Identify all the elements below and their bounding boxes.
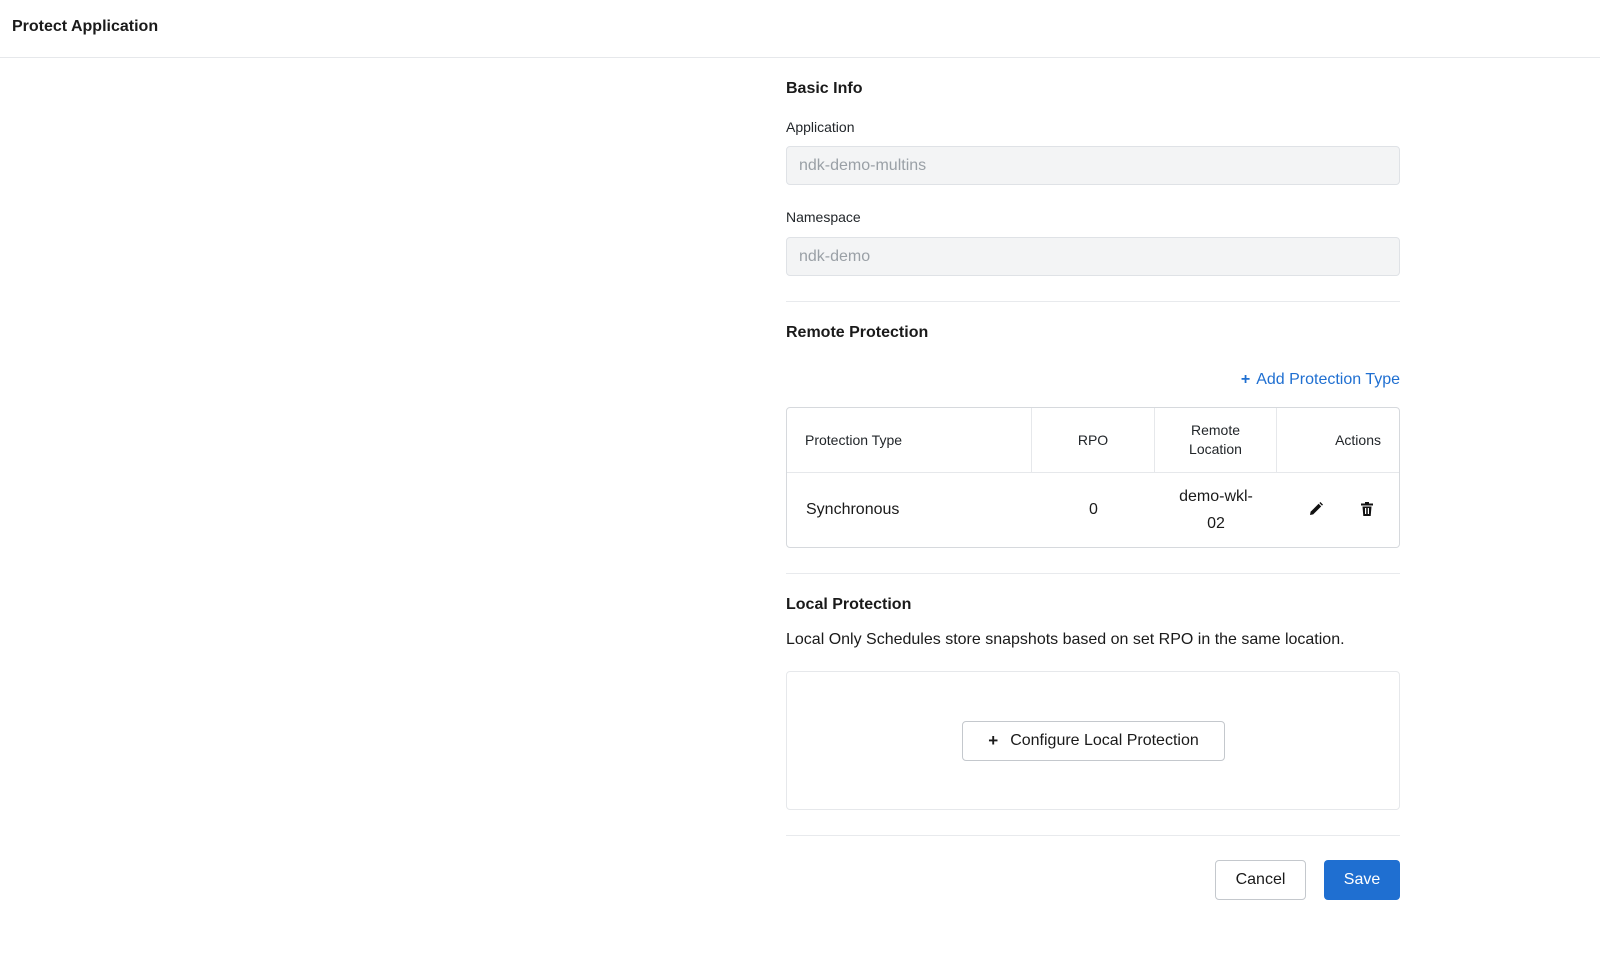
page-header: Protect Application [0,0,1600,58]
cancel-button[interactable]: Cancel [1215,860,1306,900]
column-header-protection-type: Protection Type [787,408,1032,472]
protection-table: Protection Type RPO Remote Location Acti… [786,407,1400,548]
add-protection-type-link[interactable]: + Add Protection Type [1241,371,1400,389]
edit-icon[interactable] [1306,499,1326,519]
plus-icon: + [988,731,999,750]
basic-info-title: Basic Info [786,80,863,97]
application-label: Application [786,119,855,135]
cell-protection-type: Synchronous [806,501,900,518]
configure-local-protection-label: Configure Local Protection [1010,732,1199,749]
namespace-input[interactable]: ndk-demo [786,237,1400,276]
footer-divider [786,835,1400,836]
cell-actions [1277,473,1399,547]
table-header-row: Protection Type RPO Remote Location Acti… [787,408,1399,473]
local-protection-title: Local Protection [786,596,912,613]
cell-remote-location: demo-wkl- 02 [1179,488,1253,532]
local-protection-panel: + Configure Local Protection [786,671,1400,810]
cell-rpo: 0 [1089,501,1098,518]
local-protection-description: Local Only Schedules store snapshots bas… [786,631,1345,648]
save-button[interactable]: Save [1324,860,1400,900]
remote-protection-title: Remote Protection [786,324,929,341]
namespace-label: Namespace [786,209,861,225]
delete-icon[interactable] [1357,499,1377,519]
page-title: Protect Application [12,18,159,35]
column-header-rpo: RPO [1032,408,1155,472]
table-row: Synchronous 0 demo-wkl- 02 [787,473,1399,547]
configure-local-protection-button[interactable]: + Configure Local Protection [962,721,1225,761]
column-header-actions: Actions [1335,432,1381,448]
add-protection-type-label: Add Protection Type [1256,371,1400,388]
section-divider [786,301,1400,302]
column-header-remote-location: Remote Location [1155,408,1277,472]
plus-icon: + [1240,371,1251,388]
section-divider [786,573,1400,574]
application-input[interactable]: ndk-demo-multins [786,146,1400,185]
